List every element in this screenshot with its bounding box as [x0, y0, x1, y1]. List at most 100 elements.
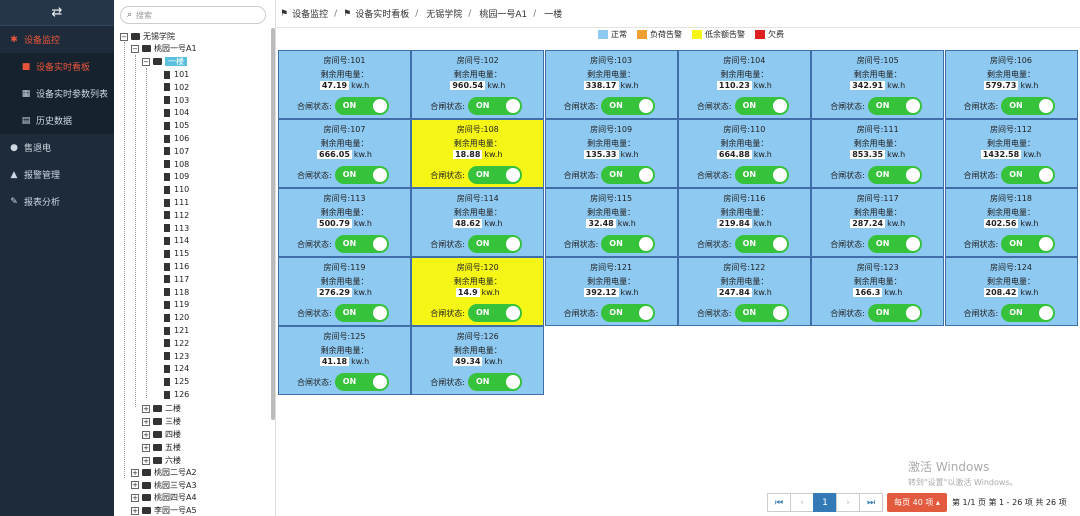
tree-node-label: 125: [174, 377, 190, 387]
expand-toggle-icon[interactable]: −: [142, 57, 150, 66]
sidebar-item-alarm[interactable]: ▲ 报警管理: [0, 161, 114, 188]
tree-node-room[interactable]: 126: [164, 389, 189, 401]
tree-node-room[interactable]: 122: [164, 338, 189, 350]
first-page-button[interactable]: ⏮: [767, 493, 791, 512]
tree-node-room[interactable]: 113: [164, 223, 189, 235]
switch-toggle[interactable]: ON: [601, 304, 656, 322]
switch-toggle[interactable]: ON: [468, 304, 522, 322]
tree-node-room[interactable]: 120: [164, 312, 189, 324]
sidebar-item-realtime-board[interactable]: ■ 设备实时看板: [0, 53, 114, 80]
switch-toggle[interactable]: ON: [334, 166, 389, 184]
switch-toggle[interactable]: ON: [1001, 166, 1056, 184]
switch-toggle[interactable]: ON: [468, 166, 522, 184]
tree-node-room[interactable]: 121: [164, 325, 189, 337]
tree-node-room[interactable]: 118: [164, 287, 189, 299]
tree-node-room[interactable]: 109: [164, 171, 189, 183]
tree-node-root[interactable]: − 无锡学院: [120, 31, 175, 43]
tree-node-building[interactable]: + 桃园三号A3: [131, 480, 197, 492]
switch-toggle[interactable]: ON: [601, 235, 656, 253]
tree-node-room[interactable]: 123: [164, 351, 189, 363]
switch-toggle[interactable]: ON: [867, 166, 922, 184]
switch-toggle[interactable]: ON: [1001, 97, 1056, 115]
tree-node-room[interactable]: 112: [164, 210, 189, 222]
tree-node-room[interactable]: 104: [164, 107, 189, 119]
tree-node-floor[interactable]: + 二楼: [142, 403, 181, 415]
sidebar-item-device-monitor[interactable]: ✱ 设备监控: [0, 26, 114, 53]
expand-toggle-icon[interactable]: +: [131, 493, 139, 502]
tree-node-room[interactable]: 105: [164, 120, 189, 132]
switch-toggle[interactable]: ON: [468, 373, 522, 391]
tree-node-room[interactable]: 115: [164, 248, 189, 260]
tree-node-building[interactable]: + 桃园四号A4: [131, 492, 197, 504]
switch-toggle[interactable]: ON: [867, 97, 922, 115]
expand-toggle-icon[interactable]: +: [131, 468, 139, 477]
tree-node-floor[interactable]: + 四楼: [142, 429, 181, 441]
switch-toggle[interactable]: ON: [468, 235, 522, 253]
tree-node-floor[interactable]: + 三楼: [142, 416, 181, 428]
tree-node-room[interactable]: 103: [164, 95, 189, 107]
switch-toggle[interactable]: ON: [334, 304, 389, 322]
tree-node-room[interactable]: 111: [164, 197, 189, 209]
switch-toggle[interactable]: ON: [734, 166, 789, 184]
breadcrumb-item[interactable]: 设备监控: [292, 7, 328, 20]
tree-node-room[interactable]: 102: [164, 82, 189, 94]
switch-toggle[interactable]: ON: [334, 97, 389, 115]
page-1-button[interactable]: 1: [813, 493, 837, 512]
room-number: 房间号:109: [546, 124, 677, 135]
expand-toggle-icon[interactable]: −: [120, 32, 128, 41]
breadcrumb-item[interactable]: 桃园一号A1: [479, 7, 527, 20]
switch-toggle[interactable]: ON: [734, 304, 789, 322]
switch-toggle[interactable]: ON: [468, 97, 522, 115]
last-page-button[interactable]: ⏭: [859, 493, 883, 512]
tree-node-room[interactable]: 119: [164, 299, 189, 311]
tree-node-building[interactable]: + 桃园二号A2: [131, 467, 197, 479]
tree-node-room[interactable]: 106: [164, 133, 189, 145]
expand-toggle-icon[interactable]: +: [131, 481, 139, 490]
prev-page-button[interactable]: ‹: [790, 493, 814, 512]
switch-toggle[interactable]: ON: [601, 166, 656, 184]
switch-toggle[interactable]: ON: [1001, 304, 1056, 322]
switch-toggle[interactable]: ON: [334, 235, 389, 253]
tree-node-room[interactable]: 125: [164, 376, 189, 388]
tree-node-room[interactable]: 116: [164, 261, 189, 273]
breadcrumb-item[interactable]: 无锡学院: [426, 7, 462, 20]
expand-toggle-icon[interactable]: +: [142, 404, 150, 413]
per-page-dropdown[interactable]: 每页 40 项 ▴: [887, 493, 947, 512]
tree-node-room[interactable]: 124: [164, 363, 189, 375]
expand-toggle-icon[interactable]: +: [142, 417, 150, 426]
tree-node-building[interactable]: − 桃园一号A1: [131, 43, 197, 55]
tree-node-floor[interactable]: + 五楼: [142, 442, 181, 454]
switch-toggle[interactable]: ON: [1001, 235, 1056, 253]
tree-node-room[interactable]: 107: [164, 146, 189, 158]
expand-toggle-icon[interactable]: −: [131, 44, 139, 53]
switch-toggle[interactable]: ON: [867, 304, 922, 322]
tree-node-room[interactable]: 117: [164, 274, 189, 286]
tree-node-room[interactable]: 114: [164, 235, 189, 247]
breadcrumb-item[interactable]: 一楼: [544, 7, 562, 20]
tree-node-floor[interactable]: − 一楼: [142, 56, 187, 68]
switch-toggle[interactable]: ON: [334, 373, 389, 391]
expand-toggle-icon[interactable]: +: [142, 430, 150, 439]
sidebar-item-history[interactable]: ▤ 历史数据: [0, 107, 114, 134]
next-page-button[interactable]: ›: [836, 493, 860, 512]
room-id: 108: [483, 125, 499, 134]
tree-node-room[interactable]: 110: [164, 184, 189, 196]
expand-toggle-icon[interactable]: +: [131, 506, 139, 515]
switch-toggle[interactable]: ON: [734, 235, 789, 253]
tree-node-room[interactable]: 101: [164, 69, 189, 81]
switch-toggle[interactable]: ON: [601, 97, 656, 115]
tree-search-input[interactable]: ⌕ 搜索: [120, 6, 266, 24]
expand-toggle-icon[interactable]: +: [142, 443, 150, 452]
breadcrumb-item[interactable]: 设备实时看板: [355, 7, 409, 20]
tree-scrollbar[interactable]: [271, 28, 275, 420]
switch-toggle[interactable]: ON: [734, 97, 789, 115]
switch-toggle[interactable]: ON: [867, 235, 922, 253]
tree-node-building[interactable]: + 李园一号A5: [131, 505, 197, 516]
sidebar-item-report[interactable]: ✎ 报表分析: [0, 188, 114, 215]
sidebar-item-sell-refund[interactable]: ● 售退电: [0, 134, 114, 161]
sidebar-item-realtime-params[interactable]: ▦ 设备实时参数列表: [0, 80, 114, 107]
tree-node-floor[interactable]: + 六楼: [142, 455, 181, 467]
sidebar-toggle-button[interactable]: ⇄: [0, 0, 114, 26]
expand-toggle-icon[interactable]: +: [142, 456, 150, 465]
tree-node-room[interactable]: 108: [164, 159, 189, 171]
